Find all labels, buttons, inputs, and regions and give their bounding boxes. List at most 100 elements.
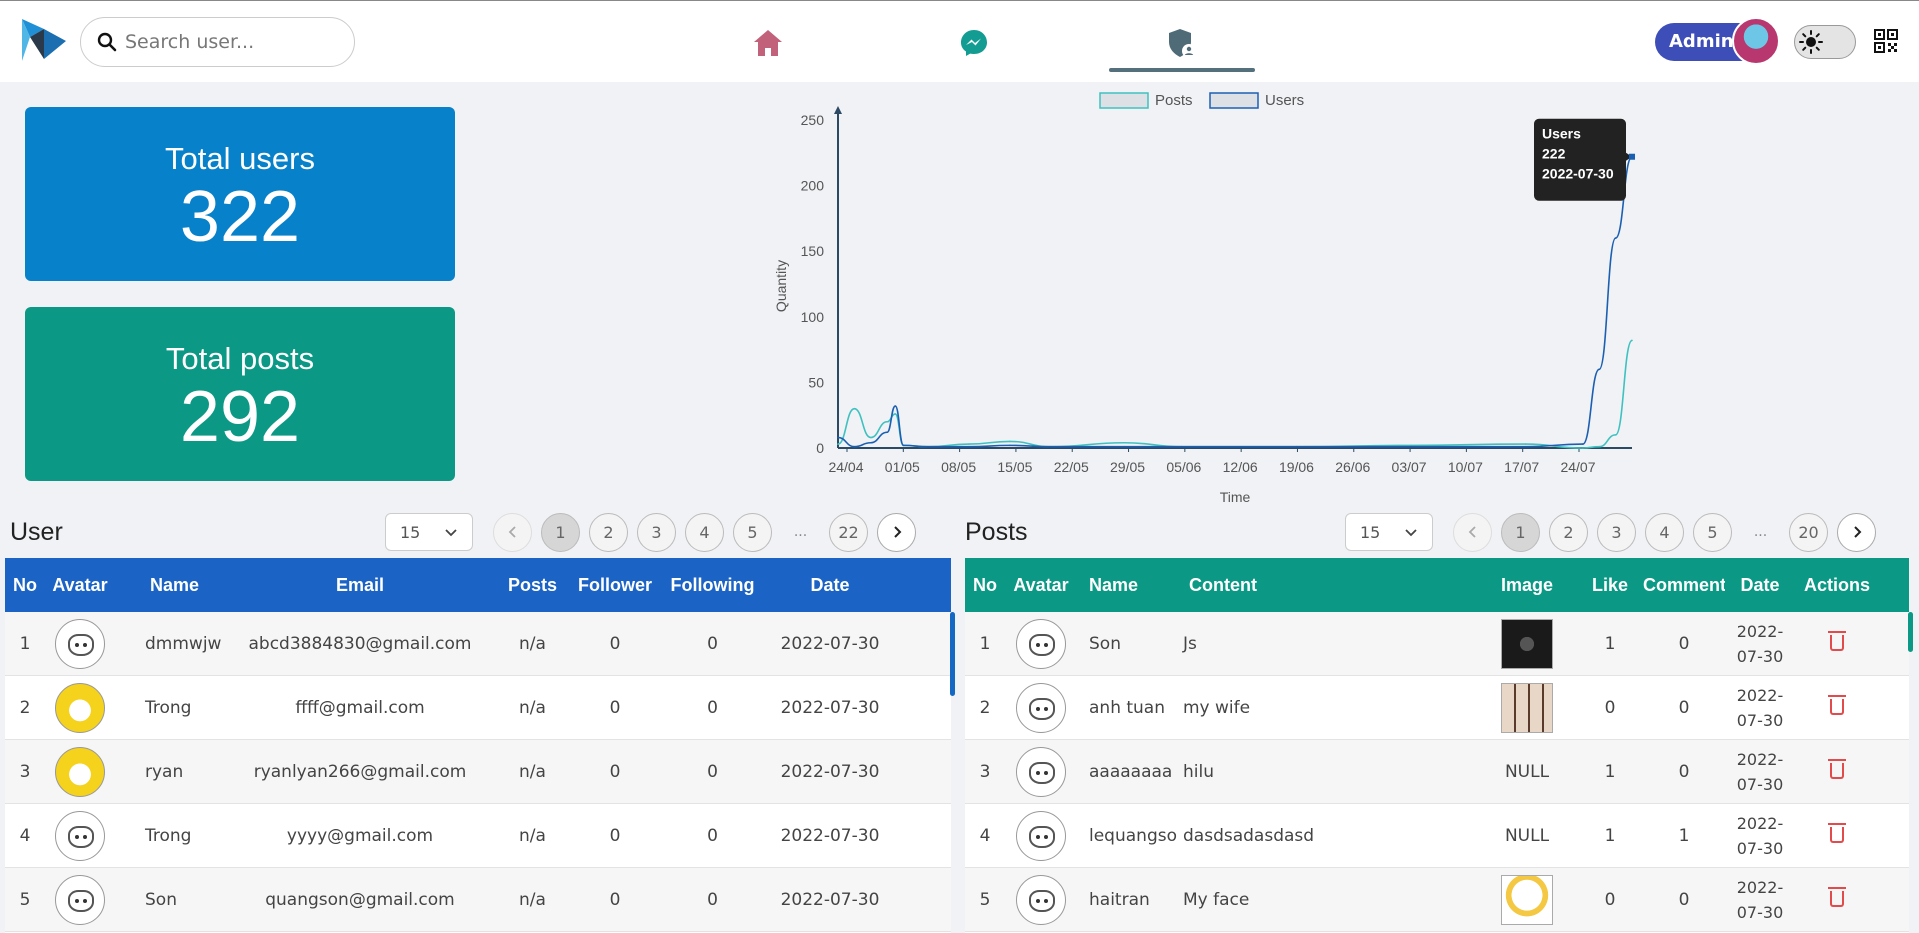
page-button-2[interactable]: 2 xyxy=(589,512,628,552)
users-table-row[interactable]: 5 Son quangson@gmail.com n/a 0 0 2022-07-30 xyxy=(5,868,951,932)
prev-page-button[interactable] xyxy=(493,512,532,552)
data-point-users[interactable] xyxy=(1410,445,1412,448)
posts-col-like[interactable]: Like xyxy=(1577,575,1643,596)
data-point-posts[interactable] xyxy=(1614,434,1617,436)
page-button-4[interactable]: 4 xyxy=(1645,512,1684,552)
legend-swatch-posts[interactable] xyxy=(1099,92,1149,109)
data-point-users[interactable] xyxy=(853,445,856,448)
page-size-select[interactable]: 15 xyxy=(1345,513,1433,551)
data-point-users[interactable] xyxy=(968,445,970,448)
page-size-select[interactable]: 15 xyxy=(385,513,473,551)
next-page-button[interactable] xyxy=(877,512,916,552)
cat-avatar[interactable] xyxy=(1016,810,1066,861)
data-point-posts[interactable] xyxy=(886,420,888,423)
users-col-date[interactable]: Date xyxy=(765,575,895,596)
data-point-users[interactable] xyxy=(1123,445,1126,448)
page-button-20[interactable]: 20 xyxy=(1789,512,1828,552)
page-button-5[interactable]: 5 xyxy=(733,512,772,552)
data-point-users[interactable] xyxy=(1050,445,1052,448)
users-table-row[interactable]: 3 ryan ryanlyan266@gmail.com n/a 0 0 2022-07-3… xyxy=(5,740,951,804)
data-point-users[interactable] xyxy=(1614,237,1617,239)
legend-label-posts[interactable]: Posts xyxy=(1155,92,1193,109)
delete-trash-icon[interactable] xyxy=(1828,887,1846,907)
users-table-row[interactable]: 1 dmmwjw abcd3884830@gmail.com n/a 0 0 2022-07… xyxy=(5,612,951,676)
admin-avatar[interactable] xyxy=(1732,17,1780,65)
data-point-users[interactable] xyxy=(1180,445,1183,448)
data-point-posts[interactable] xyxy=(1524,443,1527,445)
users-table-row[interactable]: 4 Trong yyyy@gmail.com n/a 0 0 2022-07-30 xyxy=(5,804,951,868)
users-col-no[interactable]: No xyxy=(5,575,45,596)
data-point-posts[interactable] xyxy=(1009,440,1011,443)
page-button-22[interactable]: 22 xyxy=(829,512,868,552)
data-point-users[interactable] xyxy=(1295,445,1298,448)
posts-table-scrollbar[interactable] xyxy=(1908,612,1913,652)
posts-col-comment[interactable]: Comment xyxy=(1643,575,1725,596)
data-point-posts[interactable] xyxy=(1631,339,1633,342)
series-line-posts[interactable] xyxy=(837,339,1633,449)
posts-col-avatar[interactable]: Avatar xyxy=(1005,575,1077,596)
data-point-posts[interactable] xyxy=(1598,445,1601,448)
users-table-scrollbar[interactable] xyxy=(950,612,955,696)
search-input[interactable] xyxy=(125,28,345,56)
nav-home[interactable] xyxy=(748,23,788,63)
posts-table-row[interactable]: 2 anh tuan my wife 0 0 2022-07-30 xyxy=(965,676,1909,740)
page-button-3[interactable]: 3 xyxy=(1597,512,1636,552)
posts-col-no[interactable]: No xyxy=(965,575,1005,596)
data-point-posts[interactable] xyxy=(837,443,839,445)
users-col-name[interactable]: Name xyxy=(115,575,225,596)
page-button-4[interactable]: 4 xyxy=(685,512,724,552)
cat-avatar[interactable] xyxy=(1016,618,1066,669)
data-point-posts[interactable] xyxy=(853,407,856,410)
posts-col-image[interactable]: Image xyxy=(1477,575,1577,596)
data-point-users[interactable] xyxy=(886,431,888,434)
users-col-following[interactable]: Following xyxy=(660,575,765,596)
posts-col-actions[interactable]: Actions xyxy=(1795,575,1879,596)
users-table-row[interactable]: 2 Trong ffff@gmail.com n/a 0 0 2022-07-30 xyxy=(5,676,951,740)
page-button-1[interactable]: 1 xyxy=(1501,512,1540,552)
next-page-button[interactable] xyxy=(1837,512,1876,552)
cat-avatar[interactable] xyxy=(1016,874,1066,925)
page-button-2[interactable]: 2 xyxy=(1549,512,1588,552)
data-point-users[interactable] xyxy=(894,405,897,407)
cat-avatar[interactable] xyxy=(55,874,105,925)
yellow-avatar[interactable] xyxy=(55,746,105,797)
series-line-users[interactable] xyxy=(837,155,1633,448)
posts-col-name[interactable]: Name xyxy=(1077,575,1177,596)
users-col-posts[interactable]: Posts xyxy=(495,575,570,596)
theme-toggle[interactable] xyxy=(1794,25,1856,59)
search-box[interactable] xyxy=(80,17,355,67)
cat-avatar[interactable] xyxy=(1016,682,1066,733)
users-col-email[interactable]: Email xyxy=(225,575,495,596)
legend-swatch-users[interactable] xyxy=(1209,92,1259,109)
posts-col-content[interactable]: Content xyxy=(1177,575,1477,596)
users-col-follower[interactable]: Follower xyxy=(570,575,660,596)
nav-messenger[interactable] xyxy=(954,23,994,63)
cat-avatar[interactable] xyxy=(55,618,105,669)
post-dark-thumbnail[interactable] xyxy=(1501,618,1553,669)
users-col-avatar[interactable]: Avatar xyxy=(45,575,115,596)
data-point-posts[interactable] xyxy=(1582,447,1584,449)
cat-avatar[interactable] xyxy=(1016,746,1066,797)
data-point-users[interactable] xyxy=(1598,368,1601,371)
page-button-5[interactable]: 5 xyxy=(1693,512,1732,552)
data-point-users[interactable] xyxy=(869,441,872,444)
yellow-avatar[interactable] xyxy=(55,682,105,733)
delete-trash-icon[interactable] xyxy=(1828,631,1846,651)
delete-trash-icon[interactable] xyxy=(1828,695,1846,715)
data-point-posts[interactable] xyxy=(968,443,970,445)
page-button-3[interactable]: 3 xyxy=(637,512,676,552)
cat-avatar[interactable] xyxy=(55,810,105,861)
nav-admin[interactable] xyxy=(1162,23,1202,63)
prev-page-button[interactable] xyxy=(1453,512,1492,552)
delete-trash-icon[interactable] xyxy=(1828,759,1846,779)
legend-label-users[interactable]: Users xyxy=(1265,92,1304,109)
qr-code-icon[interactable] xyxy=(1874,29,1898,53)
posts-table-row[interactable]: 5 haitran My face 0 0 2022-07-30 xyxy=(965,868,1909,932)
data-point-users[interactable] xyxy=(902,444,905,447)
data-point-users[interactable] xyxy=(837,436,839,439)
posts-table-row[interactable]: 1 Son Js 1 0 2022-07-30 xyxy=(965,612,1909,676)
page-button-1[interactable]: 1 xyxy=(541,512,580,552)
data-point-posts[interactable] xyxy=(869,436,872,439)
data-point-users[interactable] xyxy=(1009,444,1011,447)
data-point-users[interactable] xyxy=(927,445,929,448)
